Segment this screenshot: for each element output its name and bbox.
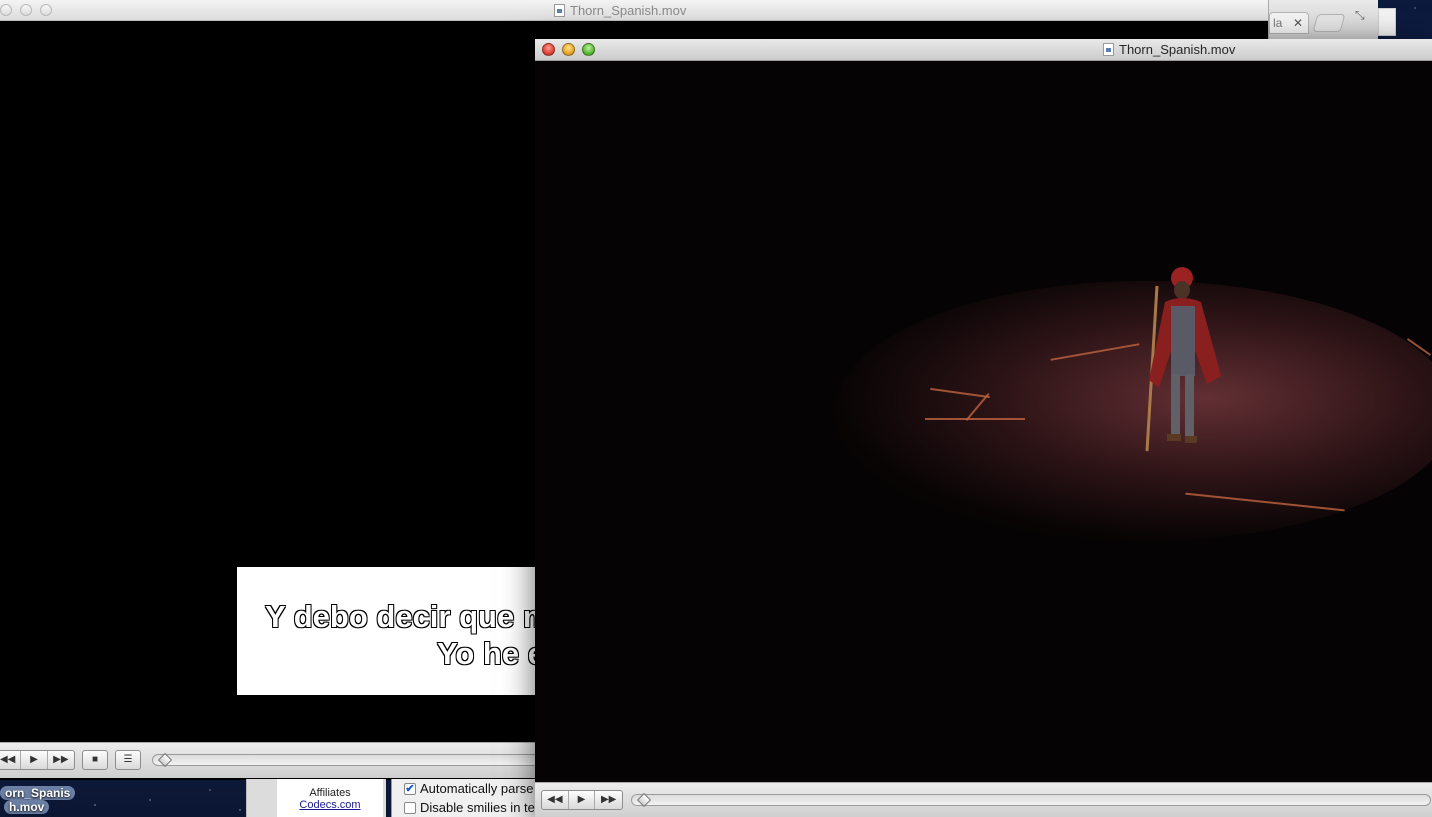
subtitle-line-2: Yo he e	[436, 635, 545, 671]
disable-smilies-checkbox[interactable]	[404, 801, 416, 814]
movie-document-icon	[1103, 43, 1114, 56]
new-tab-button[interactable]	[1312, 14, 1346, 32]
front-seek-bar[interactable]	[631, 794, 1431, 806]
back-play-button[interactable]: ▶	[21, 751, 48, 769]
close-button[interactable]	[542, 43, 555, 56]
browser-tabbar-fragment: la ✕ ⤡	[1268, 0, 1378, 40]
actor-leg-left	[1171, 374, 1180, 436]
actor-figure	[1145, 267, 1221, 452]
back-playlist-button[interactable]: ☰	[115, 750, 141, 770]
front-transport-group: ◀◀ ▶ ▶▶	[541, 790, 623, 810]
back-rewind-button[interactable]: ◀◀	[0, 751, 22, 769]
codecs-link[interactable]: Codecs.com	[277, 799, 383, 811]
actor-head	[1174, 281, 1190, 299]
front-forward-button[interactable]: ▶▶	[595, 791, 622, 809]
stage-floor-mark	[925, 418, 1025, 420]
subtitle-area: Y debo decir que m Yo he e	[237, 567, 551, 695]
back-window-titlebar[interactable]: Thorn_Spanish.mov	[0, 0, 1268, 21]
actor-leg-right	[1185, 374, 1194, 436]
auto-parse-checkbox[interactable]: ✔	[404, 782, 416, 795]
affiliates-box: Affiliates Codecs.com	[277, 779, 383, 817]
front-window-title: Thorn_Spanish.mov	[1103, 42, 1235, 57]
document-page-icon	[1378, 8, 1396, 36]
auto-parse-label: Automatically parse	[420, 781, 534, 796]
pref-disable-smilies[interactable]: Disable smilies in te	[404, 800, 535, 815]
disable-smilies-label: Disable smilies in te	[420, 800, 535, 815]
close-icon[interactable]: ✕	[1293, 13, 1303, 33]
back-close-button[interactable]	[0, 4, 12, 16]
subtitle-line-1: Y debo decir que m	[264, 598, 551, 634]
back-window-title: Thorn_Spanish.mov	[554, 3, 686, 18]
front-window-title-text: Thorn_Spanish.mov	[1119, 42, 1236, 57]
video-frame[interactable]	[535, 61, 1432, 782]
preferences-panel: ✔ Automatically parse Disable smilies in…	[391, 779, 541, 817]
movie-document-icon	[554, 4, 565, 17]
browser-tab[interactable]: la ✕	[1269, 12, 1309, 34]
file-label-line-1: orn_Spanis	[0, 786, 76, 800]
back-transport-group: ◀◀ ▶ ▶▶	[0, 750, 75, 770]
affiliates-label: Affiliates	[309, 787, 351, 799]
resize-icon[interactable]: ⤡	[1355, 8, 1365, 23]
minimize-button[interactable]	[562, 43, 575, 56]
pref-auto-parse[interactable]: ✔ Automatically parse	[404, 781, 533, 796]
browser-tab-label: la	[1273, 16, 1283, 30]
zoom-button[interactable]	[582, 43, 595, 56]
desktop-file-label[interactable]: orn_Spanis h.mov	[0, 786, 76, 816]
actor-boot-left	[1167, 434, 1181, 441]
front-play-button[interactable]: ▶	[569, 791, 596, 809]
file-label-line-2: h.mov	[4, 800, 50, 814]
front-window-titlebar[interactable]: Thorn_Spanish.mov	[535, 39, 1432, 61]
back-stop-button[interactable]: ■	[82, 750, 108, 770]
back-zoom-button[interactable]	[40, 4, 52, 16]
back-forward-button[interactable]: ▶▶	[48, 751, 74, 769]
front-player-window[interactable]: Thorn_Spanish.mov ◀◀ ▶ ▶▶	[535, 39, 1432, 817]
front-controller-bar: ◀◀ ▶ ▶▶	[535, 782, 1432, 817]
affiliates-panel: Affiliates Codecs.com	[246, 779, 386, 817]
front-rewind-button[interactable]: ◀◀	[542, 791, 569, 809]
back-window-title-text: Thorn_Spanish.mov	[570, 3, 687, 18]
actor-boot-right	[1185, 436, 1197, 443]
actor-tunic	[1171, 306, 1195, 376]
back-minimize-button[interactable]	[20, 4, 32, 16]
